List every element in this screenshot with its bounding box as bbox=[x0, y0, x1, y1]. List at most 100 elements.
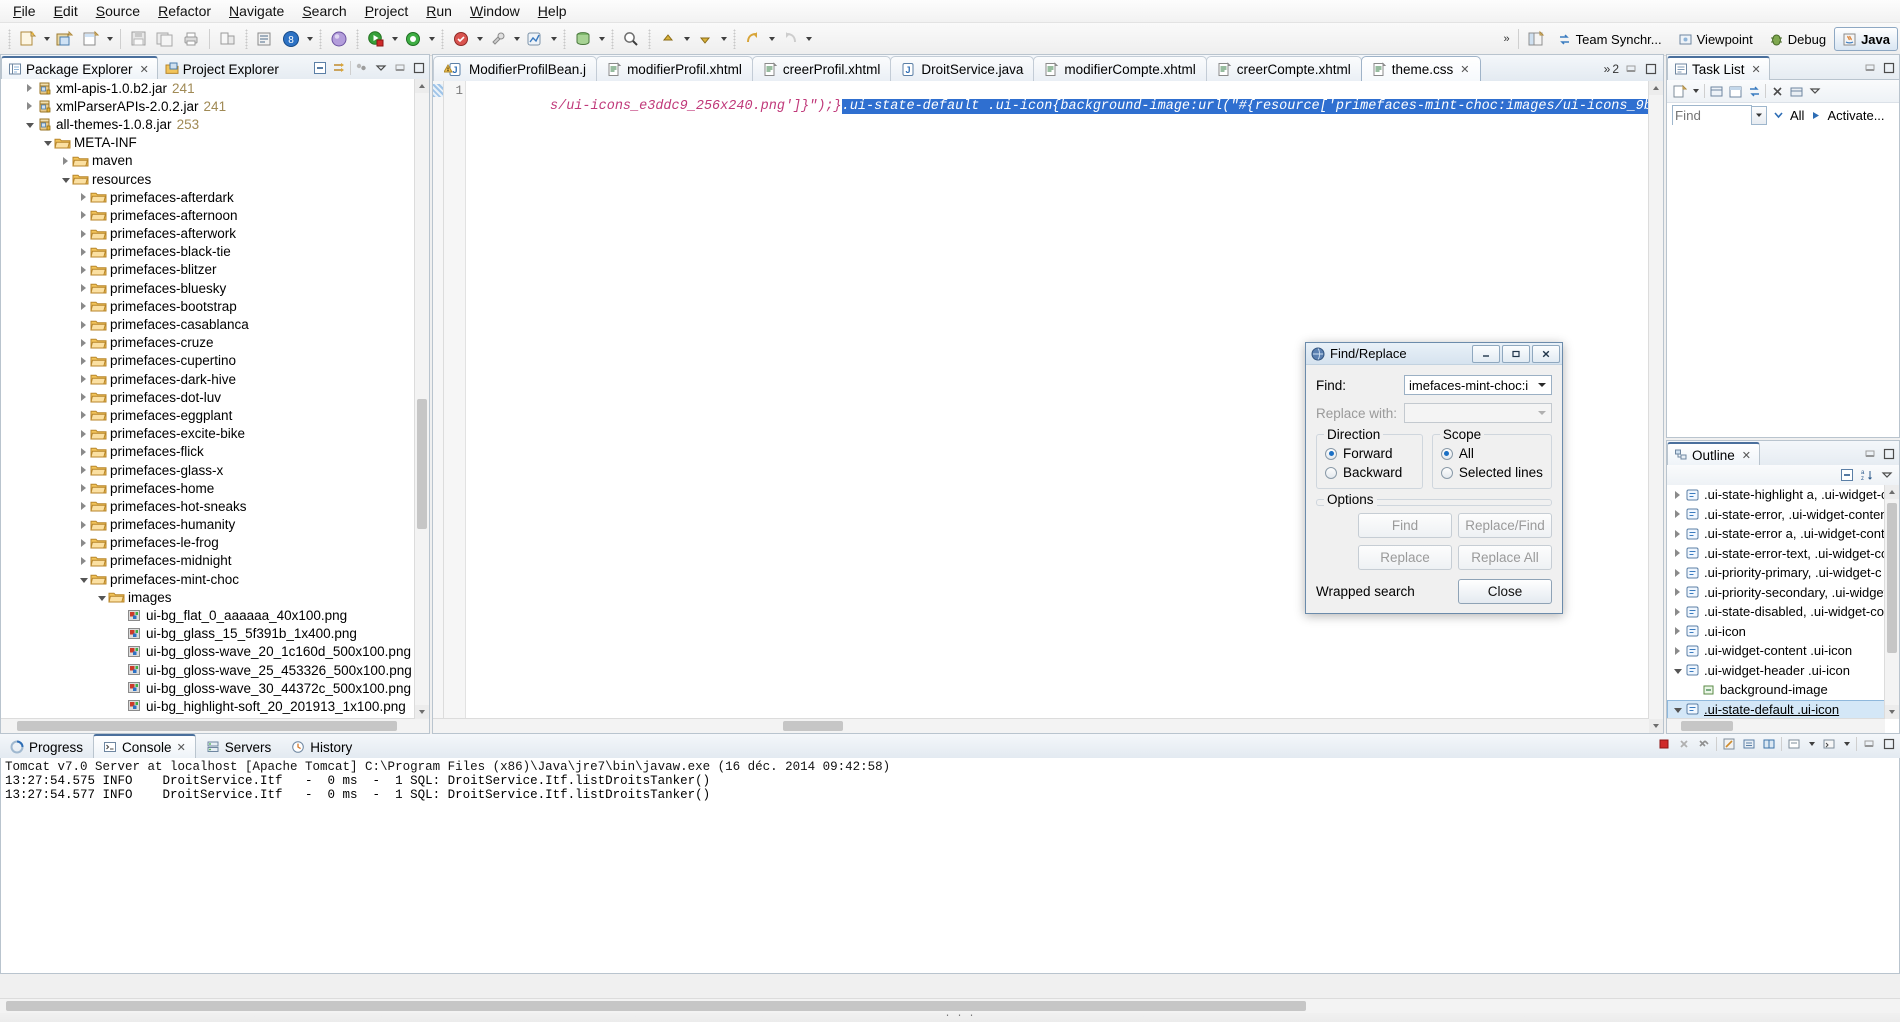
pin-console-icon[interactable] bbox=[1761, 736, 1777, 752]
expand-arrow-icon[interactable] bbox=[1671, 564, 1684, 582]
previous-annotation-dropdown[interactable] bbox=[681, 28, 692, 50]
find-replace-titlebar[interactable]: Find/Replace bbox=[1306, 343, 1562, 365]
maximize-editor-icon[interactable] bbox=[1643, 61, 1659, 77]
outline-item[interactable]: .ui-state-default .ui-icon bbox=[1667, 699, 1899, 719]
outline-hscrollbar[interactable] bbox=[1667, 718, 1885, 733]
clear-icon[interactable] bbox=[1769, 83, 1785, 99]
expand-arrow-icon[interactable] bbox=[77, 243, 90, 261]
categorize-icon[interactable] bbox=[1708, 83, 1724, 99]
new-class-dropdown[interactable] bbox=[104, 28, 115, 50]
find-button[interactable]: Find bbox=[1358, 513, 1452, 538]
new-jpa-dropdown[interactable] bbox=[596, 28, 607, 50]
new-java-project-icon[interactable] bbox=[53, 27, 77, 51]
editor-scroll-up-arrow[interactable] bbox=[1649, 81, 1663, 95]
expand-arrow-icon[interactable] bbox=[1671, 486, 1684, 504]
collapse-all-icon[interactable] bbox=[1839, 467, 1855, 483]
close-icon[interactable]: ✕ bbox=[140, 63, 149, 76]
tree-item[interactable]: primefaces-cruze bbox=[1, 334, 429, 352]
forward-navigation-icon[interactable] bbox=[778, 27, 802, 51]
tree-item[interactable]: primefaces-le-frog bbox=[1, 534, 429, 552]
display-console-dropdown[interactable] bbox=[1806, 733, 1817, 755]
expand-arrow-icon[interactable] bbox=[41, 134, 54, 152]
toolbar-grip[interactable] bbox=[8, 29, 11, 49]
tree-item[interactable]: primefaces-afterdark bbox=[1, 188, 429, 206]
menu-item-refactor[interactable]: Refactor bbox=[149, 1, 220, 21]
open-console-icon[interactable] bbox=[1821, 736, 1837, 752]
open-type-icon[interactable] bbox=[253, 27, 277, 51]
expand-arrow-icon[interactable] bbox=[1671, 642, 1684, 660]
new-wizard-icon[interactable] bbox=[16, 27, 40, 51]
perspective-viewpoint[interactable]: Viewpoint bbox=[1670, 27, 1761, 51]
expand-arrow-icon[interactable] bbox=[77, 461, 90, 479]
editor-scroll-down-arrow[interactable] bbox=[1649, 719, 1663, 733]
expand-arrow-icon[interactable] bbox=[77, 443, 90, 461]
close-icon[interactable]: ✕ bbox=[1742, 449, 1751, 462]
maximize-button[interactable] bbox=[1502, 344, 1530, 363]
remove-all-launches-icon[interactable] bbox=[1696, 736, 1712, 752]
scroll-down-arrow[interactable] bbox=[1885, 705, 1899, 719]
bottom-tab-servers[interactable]: Servers bbox=[196, 735, 282, 758]
tree-item[interactable]: ui-bg_gloss-wave_30_44372c_500x100.png bbox=[1, 679, 429, 697]
print-icon[interactable] bbox=[179, 27, 203, 51]
menu-item-project[interactable]: Project bbox=[356, 1, 418, 21]
expand-arrow-icon[interactable] bbox=[23, 115, 36, 133]
console-hscroll-thumb[interactable] bbox=[6, 1001, 1306, 1011]
expand-arrow-icon[interactable] bbox=[23, 79, 36, 97]
tree-item[interactable]: primefaces-afternoon bbox=[1, 206, 429, 224]
task-repositories-icon[interactable] bbox=[1788, 83, 1804, 99]
tree-item[interactable]: primefaces-hot-sneaks bbox=[1, 497, 429, 515]
outline-item[interactable]: .ui-state-error a, .ui-widget-cont bbox=[1667, 524, 1899, 544]
tree-item[interactable]: primefaces-dark-hive bbox=[1, 370, 429, 388]
display-selected-console-icon[interactable] bbox=[1786, 736, 1802, 752]
expand-arrow-icon[interactable] bbox=[1671, 661, 1684, 679]
expand-arrow-icon[interactable] bbox=[77, 279, 90, 297]
focus-on-workweek-icon[interactable] bbox=[1727, 83, 1743, 99]
expand-arrow-icon[interactable] bbox=[77, 425, 90, 443]
expand-arrow-icon[interactable] bbox=[1671, 525, 1684, 543]
synchronize-changed-icon[interactable] bbox=[1746, 83, 1762, 99]
outline-item[interactable]: .ui-state-error-text, .ui-widget-co bbox=[1667, 544, 1899, 564]
tree-item[interactable]: primefaces-bootstrap bbox=[1, 297, 429, 315]
toolbar-grip-3[interactable] bbox=[319, 29, 322, 49]
outline-item[interactable]: .ui-widget-header .ui-icon bbox=[1667, 661, 1899, 681]
close-icon[interactable]: ✕ bbox=[1460, 63, 1469, 76]
expand-arrow-icon[interactable] bbox=[77, 479, 90, 497]
view-menu-chevron-icon[interactable] bbox=[373, 60, 389, 76]
replace-find-button[interactable]: Replace/Find bbox=[1458, 513, 1552, 538]
tree-item[interactable]: xmlParserAPIs-2.0.2.jar 241 bbox=[1, 97, 429, 115]
outline-item[interactable]: .ui-state-highlight a, .ui-widget-c bbox=[1667, 485, 1899, 505]
menu-item-navigate[interactable]: Navigate bbox=[220, 1, 293, 21]
new-annotation-icon[interactable] bbox=[327, 27, 351, 51]
maximize-view-icon[interactable] bbox=[411, 60, 427, 76]
outline-item[interactable]: .ui-state-disabled, .ui-widget-cor bbox=[1667, 602, 1899, 622]
outline-item[interactable]: background-image bbox=[1667, 680, 1899, 700]
tree-item[interactable]: primefaces-glass-x bbox=[1, 461, 429, 479]
scope-option-selected-lines[interactable]: Selected lines bbox=[1440, 463, 1543, 482]
task-list-empty-area[interactable] bbox=[1667, 125, 1899, 437]
menu-item-edit[interactable]: Edit bbox=[45, 1, 87, 21]
toolbar-grip-6[interactable] bbox=[563, 29, 566, 49]
expand-arrow-icon[interactable] bbox=[77, 552, 90, 570]
outline-menu-icon[interactable] bbox=[1879, 467, 1895, 483]
toolbar-grip-7[interactable] bbox=[611, 29, 614, 49]
expand-arrow-icon[interactable] bbox=[1671, 622, 1684, 640]
expand-arrow-icon[interactable] bbox=[77, 570, 90, 588]
sort-icon[interactable]: az bbox=[1859, 467, 1875, 483]
expand-arrow-icon[interactable] bbox=[77, 388, 90, 406]
editor-tab-modifierprofil-xhtml[interactable]: modifierProfil.xhtml bbox=[596, 56, 753, 81]
tree-item[interactable]: resources bbox=[1, 170, 429, 188]
next-annotation-dropdown[interactable] bbox=[718, 28, 729, 50]
outline-vscroll-thumb[interactable] bbox=[1887, 503, 1897, 653]
new-task-dropdown[interactable] bbox=[1690, 80, 1701, 102]
outline-hscroll-thumb[interactable] bbox=[1681, 721, 1733, 731]
tree-item[interactable]: ui-bg_glass_15_5f391b_1x400.png bbox=[1, 625, 429, 643]
tree-item[interactable]: all-themes-1.0.8.jar 253 bbox=[1, 115, 429, 133]
outline-item[interactable]: .ui-state-error, .ui-widget-conten bbox=[1667, 505, 1899, 525]
run-dropdown[interactable] bbox=[389, 28, 400, 50]
terminate-icon[interactable] bbox=[1656, 736, 1672, 752]
tree-item[interactable]: primefaces-humanity bbox=[1, 516, 429, 534]
tree-item[interactable]: primefaces-home bbox=[1, 479, 429, 497]
perspective-debug[interactable]: Debug bbox=[1761, 27, 1834, 51]
editor-code-line[interactable]: s/ui-icons_e3ddc9_256x240.png']}");}.ui-… bbox=[469, 84, 1663, 129]
open-perspective-icon[interactable] bbox=[1524, 27, 1548, 51]
